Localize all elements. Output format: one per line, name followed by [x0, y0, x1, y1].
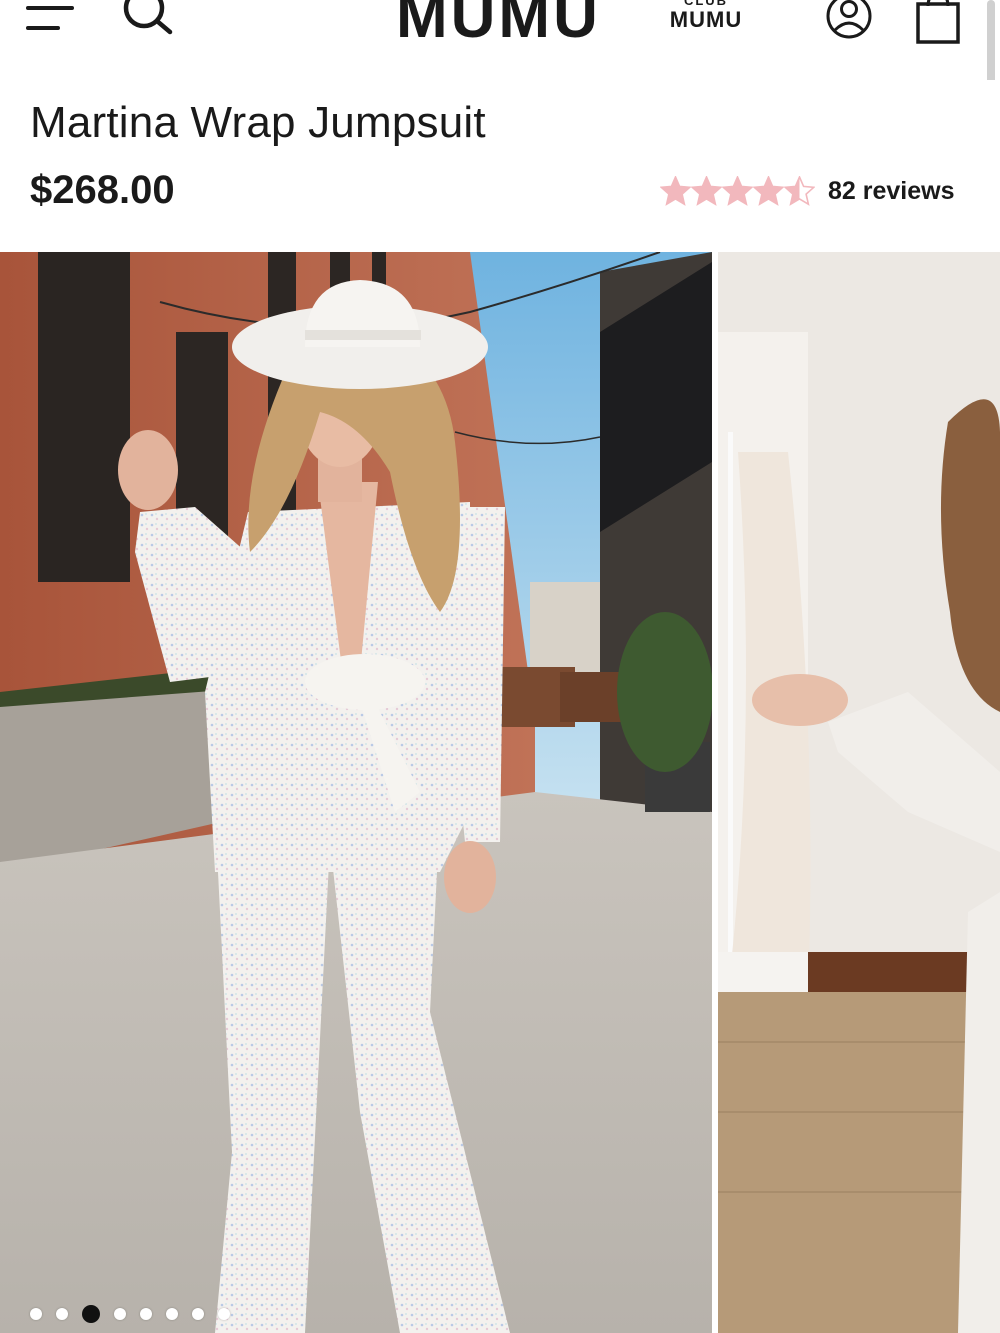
product-gallery[interactable]: [0, 252, 1000, 1333]
gallery-dot[interactable]: [140, 1308, 152, 1320]
brand-logo[interactable]: MUMU: [396, 0, 598, 52]
shopping-bag-icon[interactable]: [912, 0, 964, 46]
product-info: Martina Wrap Jumpsuit $268.00 82 reviews: [0, 80, 1000, 252]
gallery-dot-active[interactable]: [82, 1305, 100, 1323]
product-photo-studio[interactable]: [718, 252, 1000, 1333]
club-mumu-link[interactable]: CLUB MUMU: [664, 0, 748, 36]
product-photo-street[interactable]: [0, 252, 712, 1333]
product-title: Martina Wrap Jumpsuit: [30, 98, 486, 147]
star-full-icon: [753, 176, 784, 206]
hamburger-menu-icon[interactable]: [26, 0, 76, 36]
gallery-dot[interactable]: [30, 1308, 42, 1320]
gallery-pagination: [30, 1302, 244, 1326]
site-header: MUMU CLUB MUMU: [0, 0, 1000, 120]
star-half-icon: [784, 176, 815, 206]
gallery-dot[interactable]: [192, 1308, 204, 1320]
product-rating[interactable]: 82 reviews: [660, 173, 955, 209]
club-label-big: MUMU: [669, 7, 743, 32]
user-account-icon[interactable]: [824, 0, 874, 42]
gallery-dot[interactable]: [166, 1308, 178, 1320]
gallery-dot[interactable]: [218, 1308, 230, 1320]
product-price: $268.00: [30, 168, 175, 212]
star-rating: [660, 176, 816, 206]
gallery-dot[interactable]: [114, 1308, 126, 1320]
search-icon[interactable]: [120, 0, 176, 40]
star-full-icon: [691, 176, 722, 206]
star-full-icon: [722, 176, 753, 206]
reviews-link[interactable]: 82 reviews: [828, 177, 955, 206]
star-full-icon: [660, 176, 691, 206]
gallery-dot[interactable]: [56, 1308, 68, 1320]
